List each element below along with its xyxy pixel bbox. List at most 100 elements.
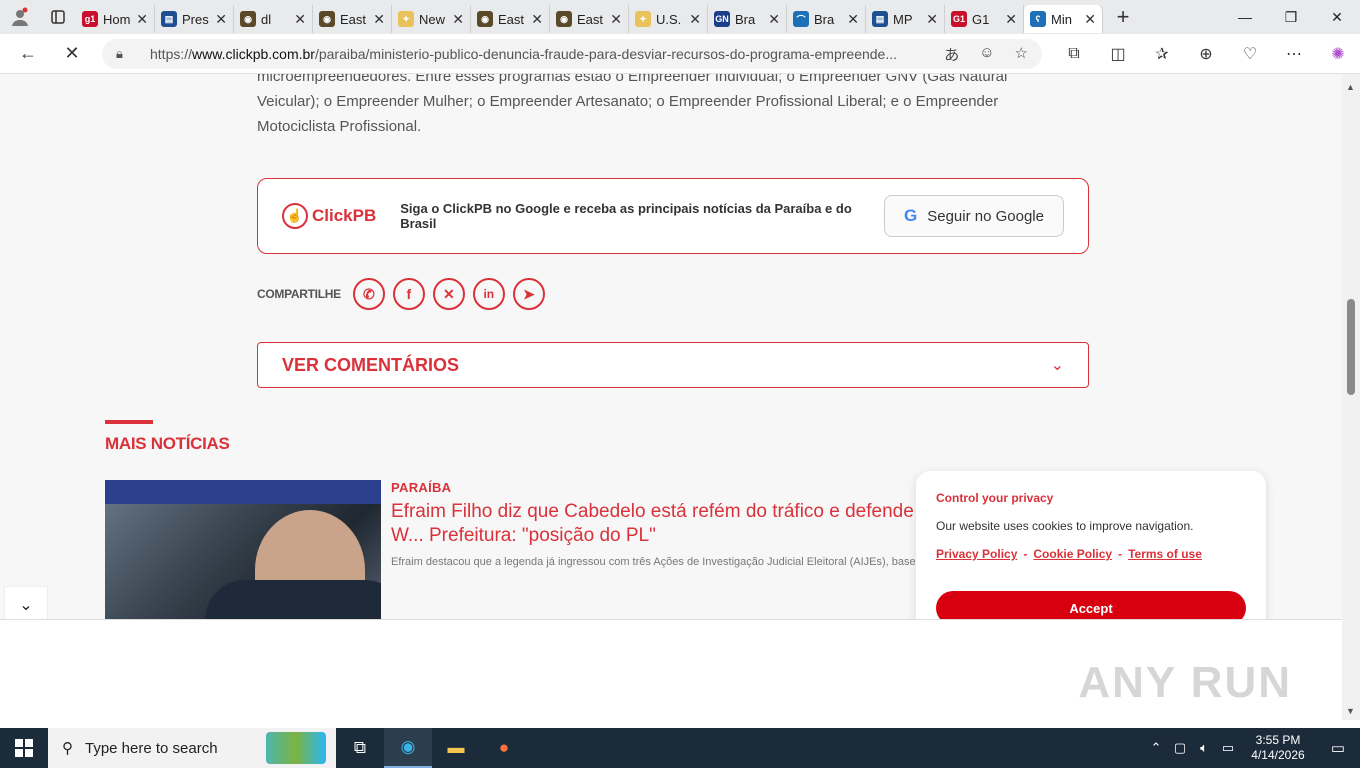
- tab-favicon-icon: ✦: [635, 11, 651, 27]
- browser-tab[interactable]: ⌒ Bra ✕: [787, 5, 866, 33]
- linkedin-icon[interactable]: in: [472, 278, 505, 310]
- new-tab-button[interactable]: +: [1103, 4, 1143, 30]
- browser-essentials-icon[interactable]: ♡: [1228, 34, 1272, 74]
- translate-icon[interactable]: あ: [944, 44, 959, 65]
- collapse-chevron-button[interactable]: ⌄: [4, 586, 48, 619]
- tab-favicon-icon: ◉: [240, 11, 256, 27]
- taskbar-clock[interactable]: 3:55 PM 4/14/2026: [1240, 733, 1316, 763]
- x-twitter-icon[interactable]: ✕: [432, 278, 465, 310]
- tab-label: Bra: [735, 11, 756, 27]
- tab-favicon-icon: ◉: [477, 11, 493, 27]
- cookie-policy-link[interactable]: Cookie Policy: [1033, 547, 1112, 561]
- tab-close-icon[interactable]: ✕: [452, 11, 464, 28]
- browser-tab-strip: g1 Hom ✕ ▤ Pres ✕ ◉ dl ✕ ◉ East ✕ ✦ New ✕ ◉ East ✕ ◉ East ✕ ✦…: [0, 0, 1360, 34]
- news-thumbnail[interactable]: [105, 480, 381, 619]
- tab-close-icon[interactable]: ✕: [136, 11, 148, 28]
- tab-close-icon[interactable]: ✕: [215, 11, 227, 28]
- tab-close-icon[interactable]: ✕: [294, 11, 306, 28]
- address-toolbar: ← ✕ 🔒︎ https://www.clickpb.com.br/paraib…: [0, 34, 1360, 74]
- tab-close-icon[interactable]: ✕: [373, 11, 385, 28]
- tab-label: Min: [1051, 11, 1072, 27]
- tab-label: Hom: [103, 11, 131, 27]
- tab-close-icon[interactable]: ✕: [1084, 11, 1096, 28]
- tab-favicon-icon: ✦: [398, 11, 414, 27]
- news-title[interactable]: Efraim Filho diz que Cabedelo está refém…: [391, 500, 931, 548]
- tab-close-icon[interactable]: ✕: [689, 11, 701, 28]
- stop-loading-button[interactable]: ✕: [50, 34, 94, 74]
- view-comments-label: VER COMENTÁRIOS: [282, 354, 460, 375]
- accept-cookies-button[interactable]: Accept: [936, 591, 1246, 619]
- notifications-icon[interactable]: ▭: [1316, 739, 1360, 757]
- browser-tab[interactable]: ▤ MP ✕: [866, 5, 945, 33]
- browser-tab[interactable]: G1 G1 ✕: [945, 5, 1024, 33]
- back-button[interactable]: ←: [6, 34, 50, 74]
- browser-tab[interactable]: ◉ East ✕: [313, 5, 392, 33]
- copilot-icon[interactable]: ✺: [1316, 34, 1360, 74]
- task-view-icon[interactable]: ⧉: [336, 728, 384, 768]
- favorites-icon[interactable]: ✰: [1140, 34, 1184, 74]
- tab-close-icon[interactable]: ✕: [1005, 11, 1017, 28]
- privacy-policy-link[interactable]: Privacy Policy: [936, 547, 1017, 561]
- extensions-icon[interactable]: ⧉: [1052, 34, 1096, 74]
- reader-icon[interactable]: ☺: [979, 44, 994, 65]
- tab-close-icon[interactable]: ✕: [768, 11, 780, 28]
- whatsapp-icon[interactable]: ✆: [352, 278, 385, 310]
- url-domain: www.clickpb.com.br: [192, 46, 315, 62]
- tab-favicon-icon: ▤: [161, 11, 177, 27]
- tray-chevron-icon[interactable]: ⌃: [1144, 740, 1168, 756]
- telegram-icon[interactable]: ➤: [512, 278, 545, 310]
- minimize-button[interactable]: —: [1222, 0, 1268, 34]
- browser-tab[interactable]: ◉ dl ✕: [234, 5, 313, 33]
- more-news-heading: MAIS NOTÍCIAS: [105, 434, 230, 453]
- browser-tab[interactable]: ʕ Min ✕: [1024, 5, 1103, 33]
- windows-start-icon[interactable]: [0, 728, 48, 768]
- taskbar-search-box[interactable]: ⚲ Type here to search: [48, 728, 336, 768]
- url-scheme: https://: [150, 46, 193, 62]
- cookie-text: Our website uses cookies to improve navi…: [936, 519, 1194, 533]
- browser-tab[interactable]: ✦ New ✕: [392, 5, 471, 33]
- bottom-blank-pane: ANY RUN: [0, 619, 1342, 720]
- network-icon[interactable]: ▭: [1216, 740, 1240, 756]
- tab-close-icon[interactable]: ✕: [610, 11, 622, 28]
- browser-tab[interactable]: ◉ East ✕: [550, 5, 629, 33]
- collections-icon[interactable]: ⊕: [1184, 34, 1228, 74]
- tab-close-icon[interactable]: ✕: [531, 11, 543, 28]
- tab-close-icon[interactable]: ✕: [926, 11, 938, 28]
- close-window-button[interactable]: ✕: [1314, 0, 1360, 34]
- browser-tab[interactable]: GN Bra ✕: [708, 5, 787, 33]
- clock-time: 3:55 PM: [1255, 733, 1301, 747]
- tab-favicon-icon: ʕ: [1030, 11, 1046, 27]
- profile-icon[interactable]: [0, 0, 40, 34]
- clickpb-hand-icon: ☝: [282, 203, 308, 229]
- scrollbar-thumb[interactable]: [1347, 299, 1355, 395]
- maximize-button[interactable]: ❐: [1268, 0, 1314, 34]
- terms-of-use-link[interactable]: Terms of use: [1128, 547, 1202, 561]
- news-category[interactable]: PARAÍBA: [391, 480, 451, 495]
- view-comments-button[interactable]: VER COMENTÁRIOS ⌄: [257, 342, 1089, 388]
- file-explorer-icon[interactable]: ▬: [432, 728, 480, 768]
- facebook-icon[interactable]: f: [392, 278, 425, 310]
- share-label: COMPARTILHE: [257, 287, 341, 301]
- page-scrollbar[interactable]: ▲ ▼: [1342, 74, 1360, 720]
- browser-tab[interactable]: ✦ U.S. ✕: [629, 5, 708, 33]
- browser-tab[interactable]: ◉ East ✕: [471, 5, 550, 33]
- site-info-icon[interactable]: 🔒︎: [116, 46, 136, 62]
- firefox-icon[interactable]: ●: [480, 728, 528, 768]
- google-g-icon: G: [904, 206, 918, 225]
- settings-menu-icon[interactable]: ⋯: [1272, 34, 1316, 74]
- cookie-consent-popup: Control your privacy Our website uses co…: [916, 471, 1266, 619]
- follow-google-button[interactable]: G Seguir no Google: [884, 195, 1064, 237]
- tab-actions-icon[interactable]: [40, 0, 76, 34]
- meet-icon[interactable]: ▢: [1168, 740, 1192, 756]
- url-bar[interactable]: 🔒︎ https://www.clickpb.com.br/paraiba/mi…: [102, 39, 1042, 69]
- browser-tab[interactable]: ▤ Pres ✕: [155, 5, 234, 33]
- edge-taskbar-icon[interactable]: ◉: [384, 728, 432, 768]
- tab-label: G1: [972, 11, 990, 27]
- favorite-star-icon[interactable]: ☆: [1015, 44, 1028, 65]
- browser-tab[interactable]: g1 Hom ✕: [76, 5, 155, 33]
- volume-icon[interactable]: 🔈︎: [1192, 740, 1216, 756]
- tab-favicon-icon: ▤: [872, 11, 888, 27]
- tab-close-icon[interactable]: ✕: [847, 11, 859, 28]
- tab-label: U.S.: [656, 11, 682, 27]
- split-screen-icon[interactable]: ◫: [1096, 34, 1140, 74]
